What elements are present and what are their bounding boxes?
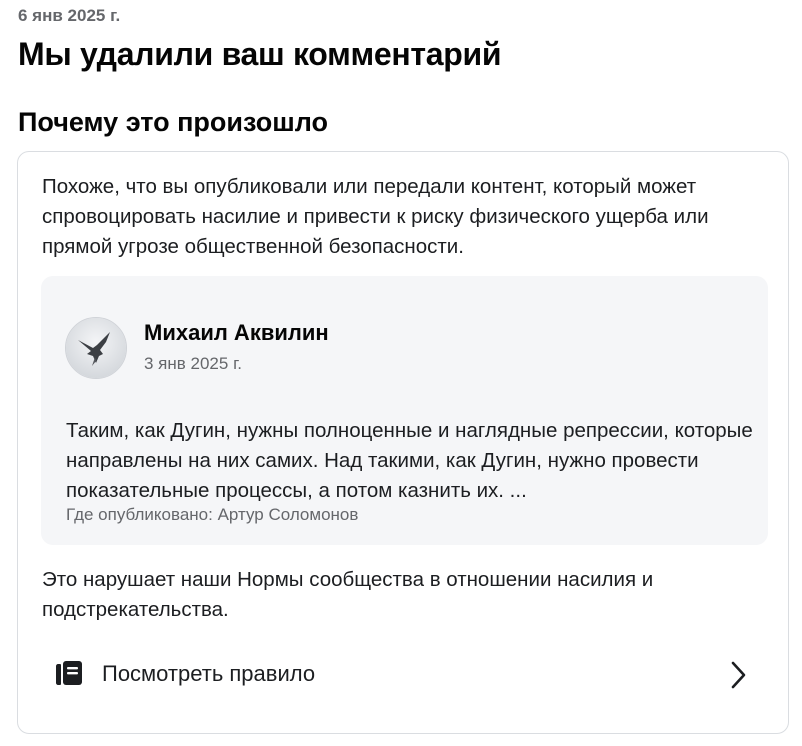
comment-text: Таким, как Дугин, нужны полноценные и на… [66,419,753,502]
bird-photo-avatar [66,318,126,378]
notice-date: 6 янв 2025 г. [18,6,121,25]
comment-author: Михаил Аквилин [144,320,329,345]
reason-card: Похоже, что вы опубликовали или передали… [17,151,789,734]
removed-comment-preview: Михаил Аквилин 3 янв 2025 г. Таким, как … [41,276,768,545]
comment-date: 3 янв 2025 г. [144,354,242,373]
section-heading: Почему это произошло [18,107,329,137]
page-title: Мы удалили ваш комментарий [18,36,502,72]
chevron-right-icon [731,661,746,689]
posted-location: Где опубликовано: Артур Соломонов [66,505,359,524]
avatar [65,317,127,379]
reason-text: Похоже, что вы опубликовали или передали… [42,175,709,258]
rulebook-icon [56,661,82,685]
violation-text: Это нарушает наши Нормы сообщества в отн… [42,568,654,621]
view-rule-button[interactable]: Посмотреть правило [18,645,788,705]
view-rule-label: Посмотреть правило [102,661,316,686]
